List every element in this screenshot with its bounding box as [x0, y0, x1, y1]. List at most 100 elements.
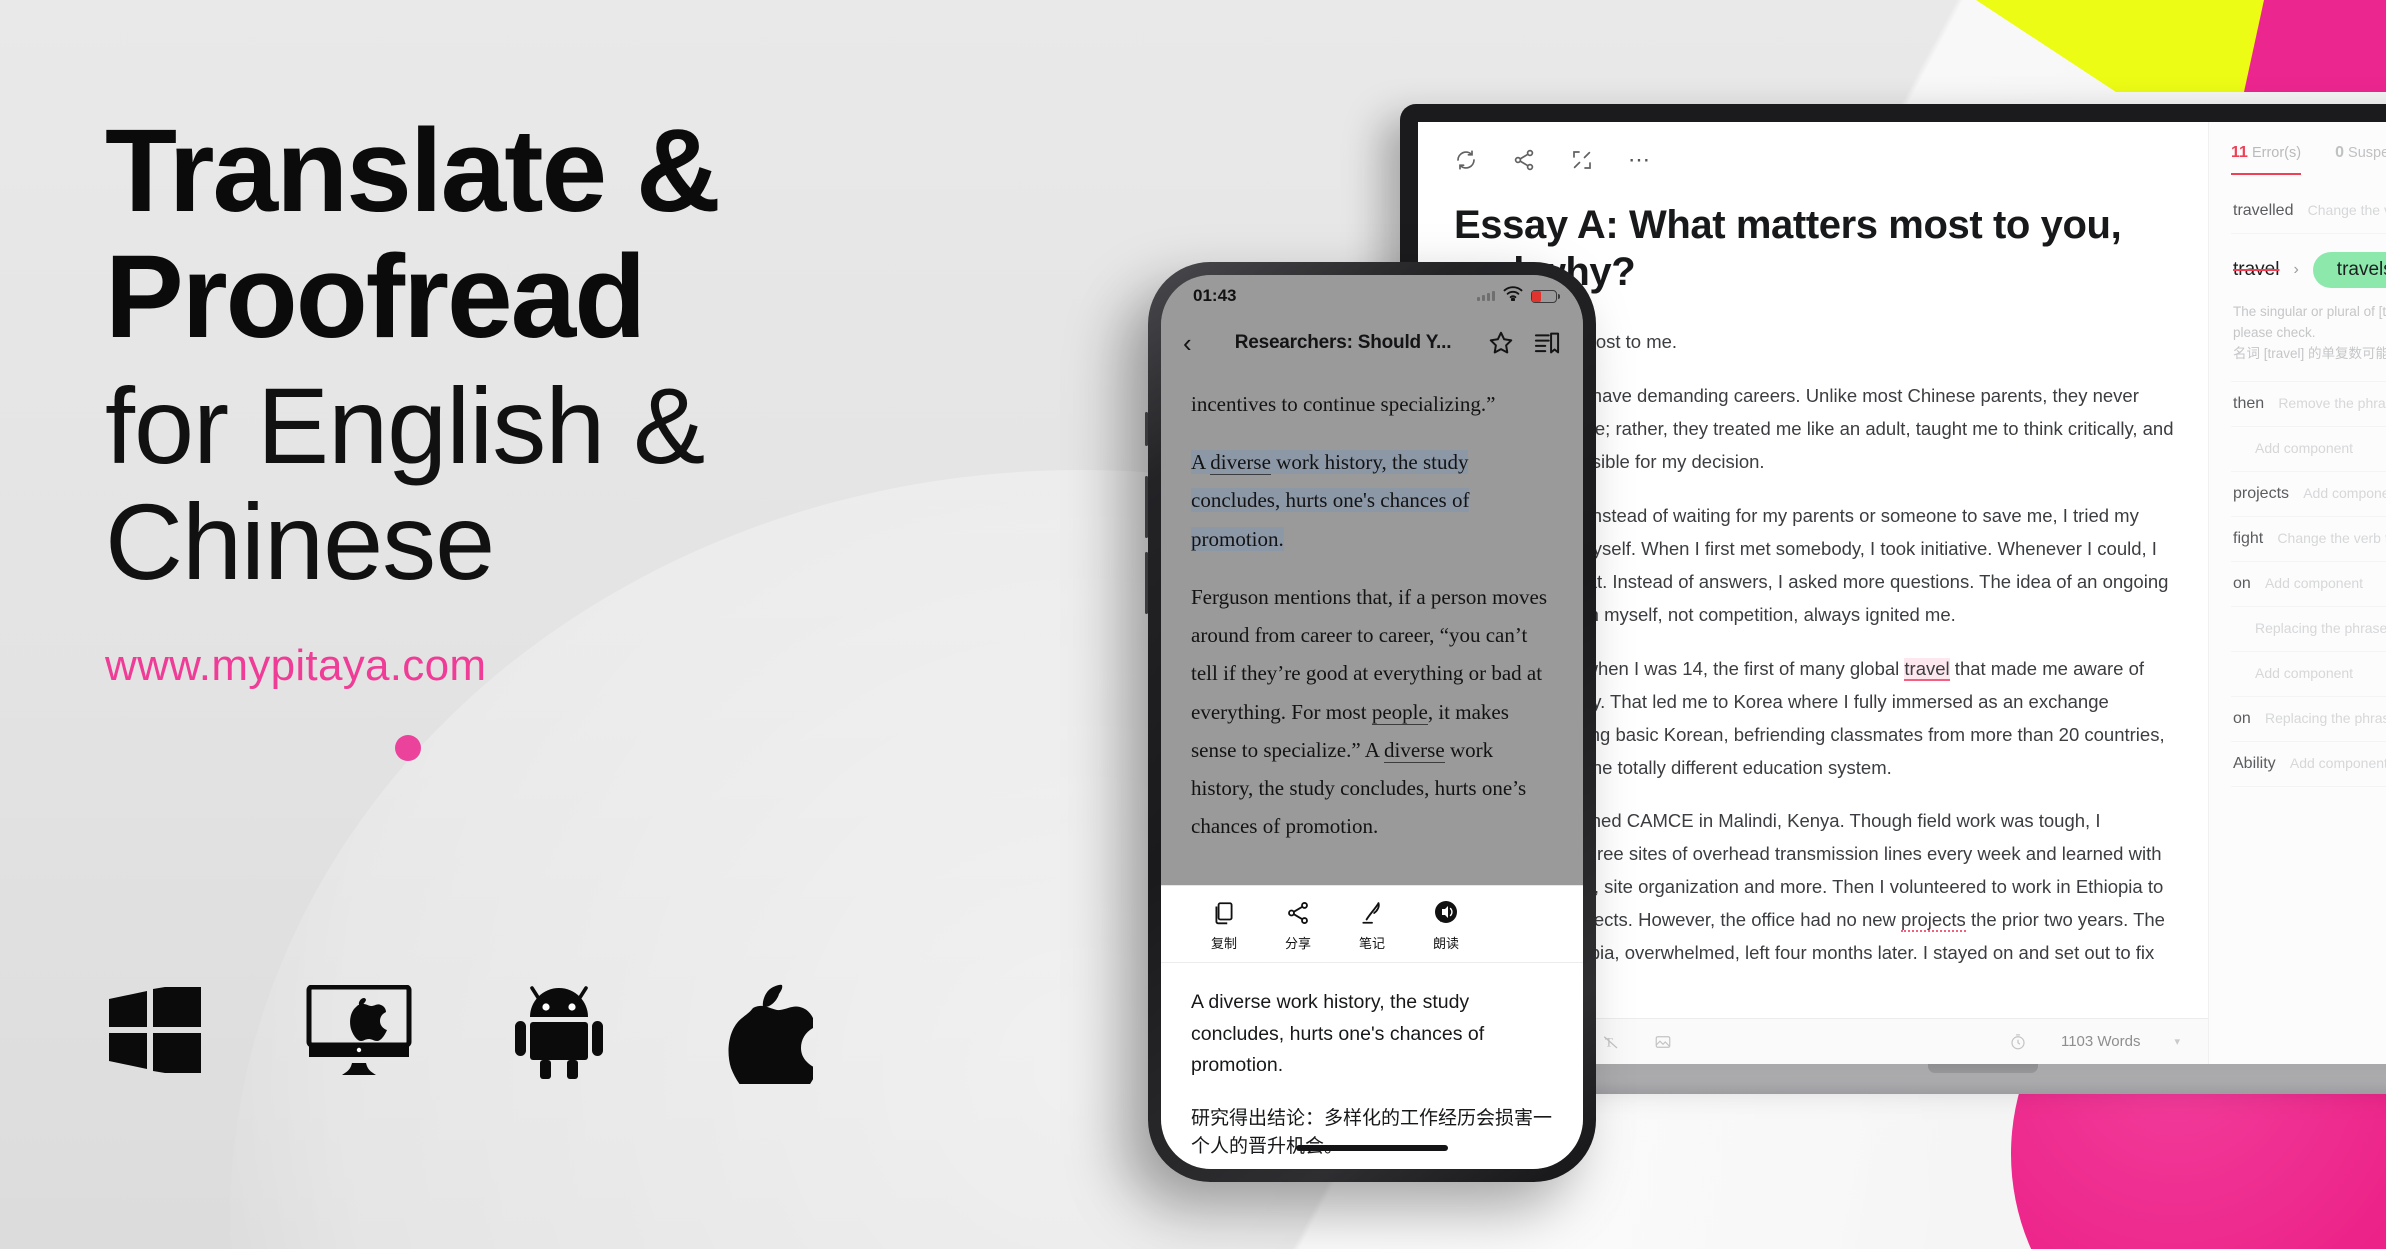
phone-volume-up-button[interactable] [1145, 476, 1148, 538]
suspected-count: 0 [2335, 144, 2344, 161]
error-action: Change the verb tense [2307, 202, 2386, 218]
list-item[interactable]: then Remove the phrase [2231, 382, 2386, 427]
phone-mockup: 01:43 ‹ Researchers: Should Y... incenti… [1145, 262, 1596, 1182]
suggestion-row: travel › travels [2233, 252, 2386, 288]
circle-pink-small [395, 735, 421, 761]
corner-pink-shape [2244, 0, 2386, 92]
note-icon [1357, 898, 1387, 928]
page-title: Translate & Proofread [105, 112, 1105, 356]
image-icon[interactable] [1654, 1033, 1672, 1051]
status-time: 01:43 [1193, 286, 1237, 305]
error-word: on [2233, 709, 2251, 727]
star-icon[interactable] [1487, 329, 1515, 357]
selected-text[interactable]: A diverse work history, the study conclu… [1191, 450, 1470, 551]
list-item[interactable]: travelled Change the verb tense [2231, 189, 2386, 234]
reader-paragraph: incentives to continue specializing.” [1191, 392, 1496, 416]
battery-low-icon [1531, 289, 1561, 303]
error-word: fight [2233, 529, 2264, 547]
underlined-word: people [1371, 699, 1428, 725]
sync-icon[interactable] [1454, 148, 1478, 172]
website-url[interactable]: www.mypitaya.com [105, 641, 1105, 691]
action-label: 分享 [1284, 937, 1311, 952]
list-item[interactable]: fight Change the verb tense [2231, 517, 2386, 562]
list-item[interactable]: Ability Add component [2231, 742, 2386, 787]
reader-paragraph: Ferguson mentions that, if a person move… [1191, 578, 1553, 846]
android-logo [508, 975, 618, 1085]
error-word: then [2233, 394, 2265, 412]
list-item[interactable]: Add component [2231, 427, 2386, 472]
action-note[interactable]: 笔记 [1335, 898, 1409, 952]
suggestion-hint-cn: 名词 [travel] 的单复数可能有误，请考虑修改。 [2233, 345, 2386, 361]
list-item[interactable]: Add component [2231, 652, 2386, 697]
action-copy[interactable]: 复制 [1187, 898, 1261, 952]
error-word: Ability [2233, 754, 2276, 772]
share-icon[interactable] [1512, 148, 1536, 172]
hero-subtitle: for English & Chinese [105, 368, 1105, 599]
phone-frame: 01:43 ‹ Researchers: Should Y... incenti… [1145, 262, 1596, 1182]
error-action: Replacing the phrase [2255, 619, 2386, 636]
suspected-count-label: Suspected error(s) [2348, 145, 2386, 161]
list-item[interactable]: on Replacing the phrase [2231, 697, 2386, 742]
windows-logo [100, 975, 210, 1085]
underlined-word: diverse [1384, 737, 1445, 763]
article-reader[interactable]: incentives to continue specializing.” A … [1161, 369, 1583, 885]
error-action: Change the verb tense [2277, 529, 2386, 546]
phone-nav-bar: ‹ Researchers: Should Y... [1161, 317, 1583, 369]
error-highlight-travel[interactable]: travel [1904, 657, 1950, 681]
error-word: projects [2233, 484, 2290, 502]
proofread-tabs: 11 Error(s) 0 Suspected error(s) [2231, 144, 2386, 175]
word-count[interactable]: 1103 Words [2061, 1033, 2141, 1050]
imac-logo [304, 975, 414, 1085]
hero-subtitle-line-2: Chinese [105, 480, 495, 602]
wifi-icon [1503, 286, 1523, 306]
action-read-aloud[interactable]: 朗读 [1409, 898, 1483, 952]
reading-list-icon[interactable] [1533, 329, 1561, 357]
signal-icon [1477, 291, 1495, 301]
suggested-word-chip[interactable]: travels [2312, 252, 2386, 288]
corner-yellow-shape [1976, 0, 2276, 92]
copy-icon [1209, 898, 1239, 928]
error-highlight-projects[interactable]: projects [1901, 909, 1966, 933]
error-action: Replacing the phrase [2264, 709, 2386, 726]
list-item[interactable]: on Add component [2231, 562, 2386, 607]
list-item[interactable]: projects Add component [2231, 472, 2386, 517]
list-item[interactable]: Replacing the phrase [2231, 607, 2386, 652]
error-count-label: Error(s) [2251, 145, 2302, 161]
home-indicator[interactable] [1296, 1145, 1448, 1151]
tab-errors[interactable]: 11 Error(s) [2231, 144, 2302, 175]
chevron-down-icon[interactable]: ▾ [2174, 1035, 2180, 1048]
original-word: travel [2233, 259, 2280, 280]
proofread-list: travelled Change the verb tense travel ›… [2231, 189, 2386, 787]
read-aloud-icon [1431, 898, 1461, 928]
more-icon[interactable]: ⋯ [1628, 149, 1652, 171]
translation-target-text: 研究得出结论：多样化的工作经历会损害一个人的晋升机会。 [1191, 1106, 1553, 1158]
underlined-word: diverse [1210, 450, 1271, 476]
phone-silent-switch[interactable] [1145, 412, 1148, 446]
error-count: 11 [2231, 144, 2248, 161]
error-word: on [2233, 574, 2251, 592]
history-icon[interactable] [2009, 1033, 2027, 1051]
selected-text-part: A [1191, 450, 1211, 475]
error-action: Add component [2303, 484, 2386, 501]
phone-volume-down-button[interactable] [1145, 552, 1148, 614]
hero-title-line-2: Proofread [105, 231, 646, 363]
action-label: 复制 [1210, 937, 1237, 952]
action-share[interactable]: 分享 [1261, 898, 1335, 952]
hero-title-line-1: Translate & [105, 105, 721, 237]
chevron-right-icon: › [2293, 261, 2299, 278]
proofread-suggestion-card[interactable]: travel › travels The singular or plural … [2231, 234, 2386, 382]
reader-paragraph-selected: A diverse work history, the study conclu… [1191, 443, 1553, 558]
fullscreen-icon[interactable] [1570, 148, 1594, 172]
translation-panel: A diverse work history, the study conclu… [1161, 963, 1583, 1169]
translation-source-text: A diverse work history, the study conclu… [1191, 991, 1485, 1077]
error-action: Add component [2289, 754, 2386, 771]
action-label: 朗读 [1432, 937, 1459, 952]
phone-status-bar: 01:43 [1161, 275, 1583, 317]
article-title: Researchers: Should Y... [1234, 332, 1452, 353]
apple-logo [712, 975, 822, 1085]
clear-format-icon[interactable]: T [1602, 1033, 1620, 1051]
status-indicators [1477, 286, 1561, 306]
tab-suspected-errors[interactable]: 0 Suspected error(s) [2335, 144, 2386, 173]
suggestion-hint-en: The singular or plural of [travel] may b… [2233, 304, 2386, 340]
platform-logo-row [100, 975, 822, 1085]
